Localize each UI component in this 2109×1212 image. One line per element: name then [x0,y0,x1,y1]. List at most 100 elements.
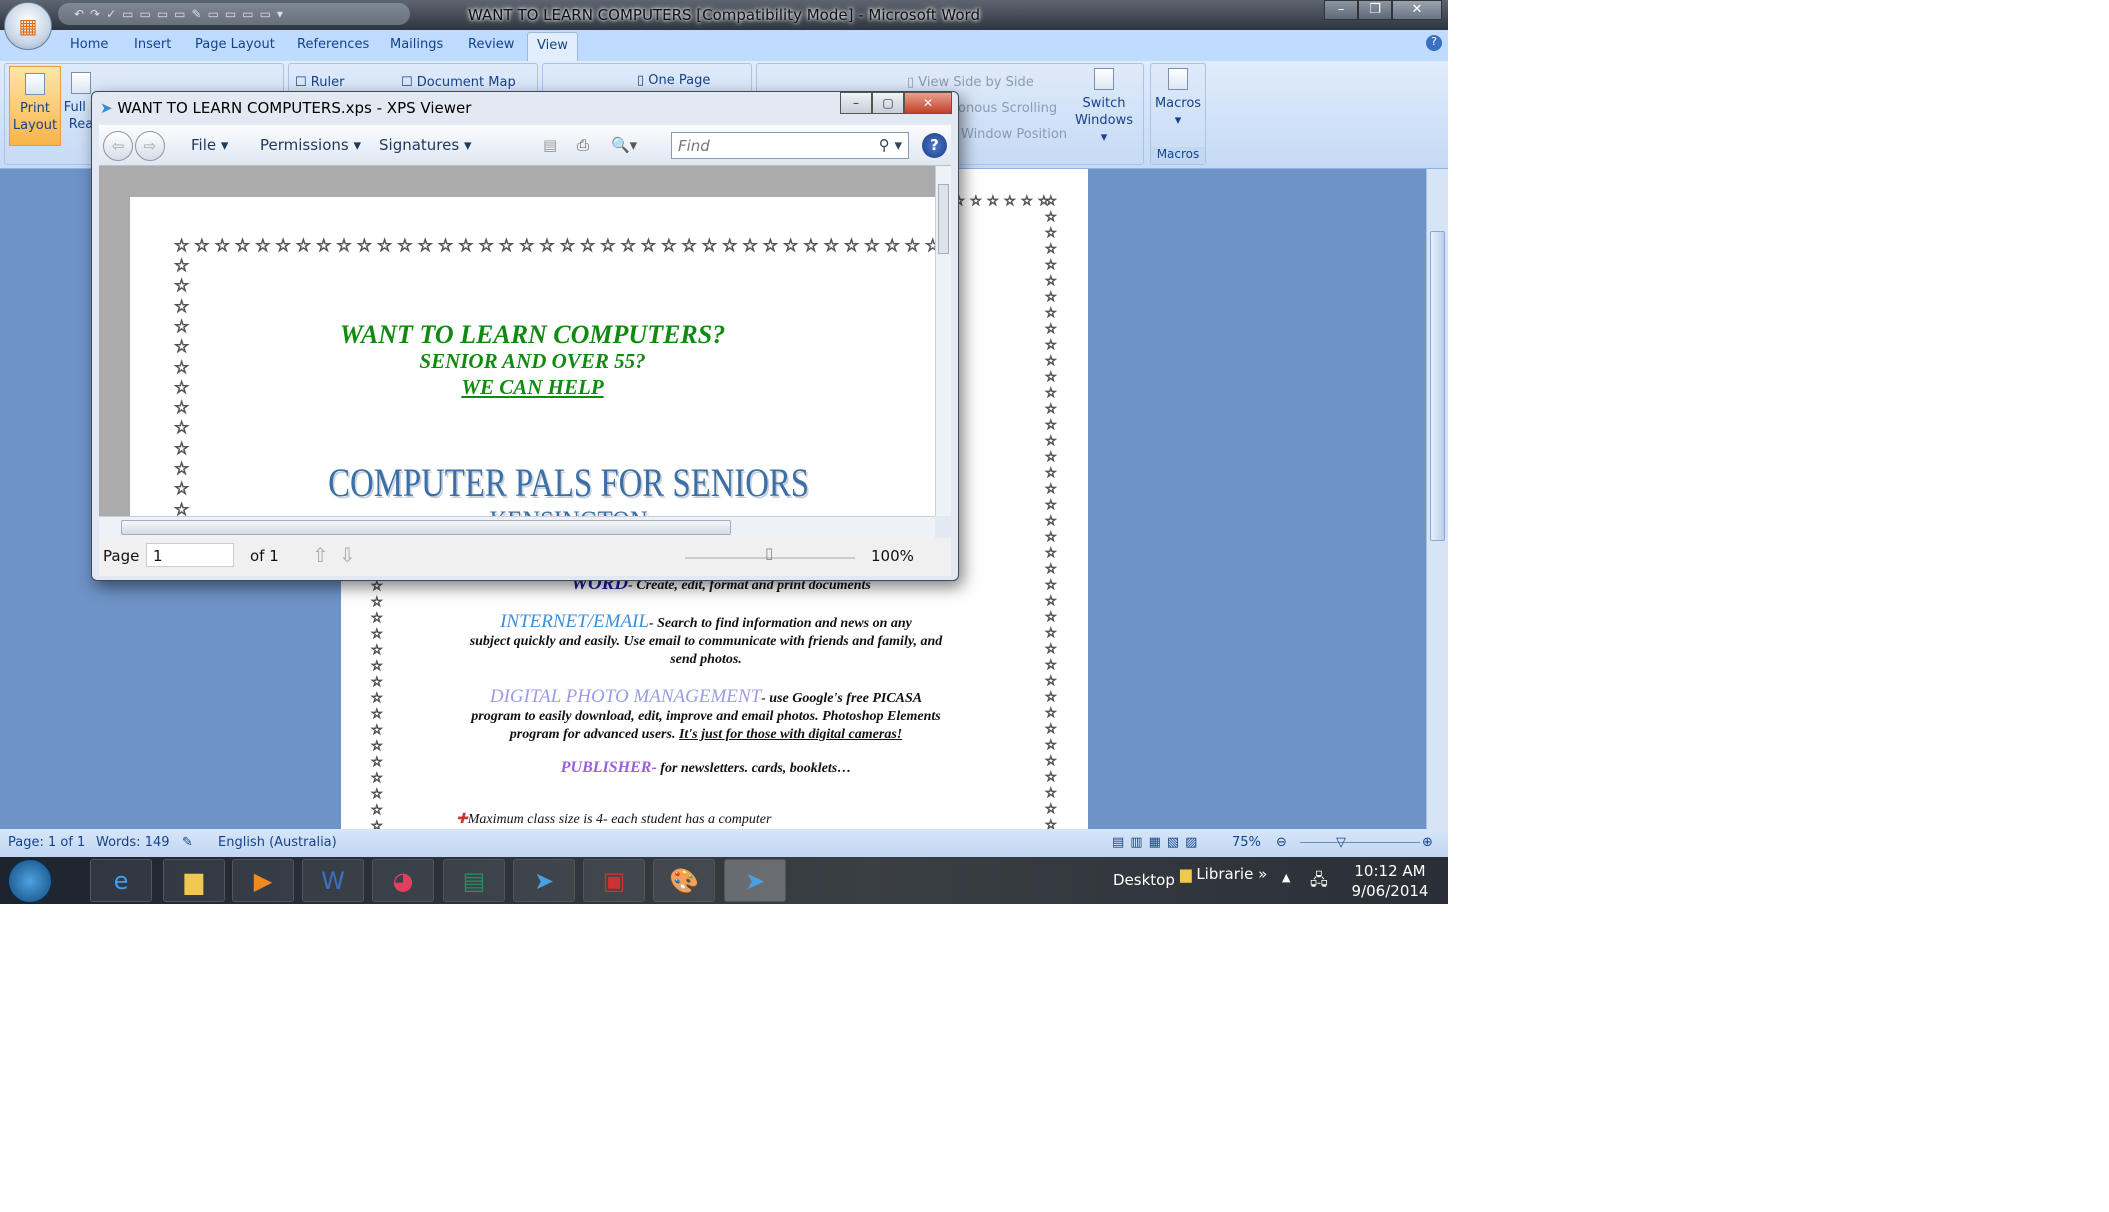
taskbar-media-player[interactable]: ▶ [232,859,294,902]
tab-view[interactable]: View [527,32,578,61]
star-icon: ☆ [1045,562,1058,577]
star-icon: ☆ [1045,434,1058,449]
zoom-slider[interactable] [1300,842,1420,843]
quick-access-toolbar[interactable]: ↶↷✓▭▭▭▭✎▭▭▭▭▾ [58,3,410,25]
back-button[interactable]: ⇦ [103,131,133,161]
synchronous-scrolling-button[interactable]: ronous Scrolling [953,100,1057,117]
file-menu[interactable]: File ▾ [191,136,228,154]
switch-windows-button[interactable]: Switch Windows ▾ [1071,68,1137,146]
office-button[interactable]: ▦ [4,2,52,50]
star-icon: ☆ [371,627,384,642]
xps-page: ☆ ☆ ☆ ☆ ☆ ☆ ☆ ☆ ☆ ☆ ☆ ☆ ☆ ☆ ☆ ☆ ☆ ☆ ☆ ☆ ☆ ☆ ☆ ☆ ☆ ☆ ☆ ☆ ☆ ☆ ☆ ☆ ☆ ☆ ☆ ☆ ☆ ☆ ☆ ☆… [130,197,935,516]
star-icon: ☆ [970,194,983,209]
previous-page-button[interactable]: ⇧ [312,543,329,567]
tab-home[interactable]: Home [70,37,108,52]
print-icon[interactable]: ⎙ [577,136,589,154]
taskbar-picasa[interactable]: ◕ [372,859,434,902]
xps-toolbar: ⇦ ⇨ File ▾ Permissions ▾ Signatures ▾ ▤ … [99,125,951,166]
restore-button[interactable]: ❐ [1358,0,1392,20]
start-button[interactable] [8,859,52,903]
word-count[interactable]: Words: 149 [96,835,170,850]
taskbar-acrobat[interactable]: ▣ [583,859,645,902]
xps-maximize-button[interactable]: ▢ [872,92,904,114]
heading-want-to-learn: WANT TO LEARN COMPUTERS? [339,320,726,349]
scroll-thumb[interactable] [938,184,949,254]
view-side-by-side-button[interactable]: ▯ View Side by Side [907,74,1034,91]
zoom-in-icon[interactable]: ⊕ [1422,835,1433,850]
network-icon[interactable]: 🖧 [1310,869,1328,896]
star-icon: ☆ [1045,578,1058,593]
star-icon: ☆ [173,438,190,459]
star-icon: ☆ [1004,194,1017,209]
tab-mailings[interactable]: Mailings [390,37,443,52]
search-icon[interactable]: ⚲ ▾ [879,136,902,154]
zoom-icon[interactable]: 🔍▾ [611,136,637,154]
reset-window-position-button[interactable]: Window Position [961,126,1067,143]
ruler-checkbox[interactable]: ☐ Ruler [295,74,344,91]
star-icon: ☆ [173,479,190,500]
taskbar-xps-viewer-active[interactable]: ➤ [724,859,786,902]
xps-horizontal-scrollbar[interactable] [99,516,935,538]
proofing-icon[interactable]: ✎ [182,835,193,850]
find-input[interactable]: Find ⚲ ▾ [671,132,909,159]
document-map-checkbox[interactable]: ☐ Document Map [401,74,516,91]
star-icon: ☆ [173,236,190,256]
zoom-level[interactable]: 75% [1232,835,1261,850]
taskbar-xps-viewer[interactable]: ➤ [513,859,575,902]
libraries-toolbar[interactable]: ▆ Librarie » [1180,865,1267,883]
xps-minimize-button[interactable]: – [840,92,872,114]
help-icon[interactable]: ? [922,133,947,158]
star-icon: ☆ [559,236,575,256]
star-icon: ☆ [1045,610,1058,625]
taskbar-internet-explorer[interactable]: e [90,859,152,902]
desktop-toolbar[interactable]: Desktop [1113,871,1175,889]
forward-button[interactable]: ⇨ [135,131,165,161]
star-icon: ☆ [173,499,190,516]
language[interactable]: English (Australia) [218,835,337,850]
star-icon: ☆ [371,787,384,802]
print-layout-button[interactable]: Print Layout [9,66,61,146]
close-button[interactable]: ✕ [1392,0,1442,20]
scroll-thumb[interactable] [121,520,731,535]
star-icon: ☆ [173,459,190,479]
star-icon: ☆ [437,236,454,256]
photo-paragraph: DIGITAL PHOTO MANAGEMENT- use Google's f… [471,686,941,742]
view-buttons[interactable]: ▤▥▦▧▨ [1112,835,1203,850]
zoom-out-icon[interactable]: ⊖ [1276,835,1287,850]
minimize-button[interactable]: – [1324,0,1358,20]
star-icon: ☆ [1021,194,1034,209]
tab-references[interactable]: References [297,37,369,52]
tab-page-layout[interactable]: Page Layout [195,37,275,52]
xps-vertical-scrollbar[interactable] [935,166,951,516]
star-icon: ☆ [1045,418,1058,433]
one-page-button[interactable]: ▯ One Page [637,72,710,89]
next-page-button[interactable]: ⇩ [339,543,356,567]
zoom-slider-thumb[interactable]: ▽ [1336,835,1346,850]
taskbar-file-explorer[interactable]: ▆ [163,859,225,902]
ribbon-tabs: Home Insert Page Layout References Maili… [0,30,1448,61]
page-count[interactable]: Page: 1 of 1 [8,835,85,850]
signatures-menu[interactable]: Signatures ▾ [379,136,472,154]
scroll-thumb[interactable] [1430,231,1445,541]
star-icon: ☆ [336,236,352,256]
xps-close-button[interactable]: ✕ [904,92,952,114]
outline-icon[interactable]: ▤ [543,136,557,154]
tab-review[interactable]: Review [468,37,514,52]
permissions-menu[interactable]: Permissions ▾ [260,136,361,154]
zoom-slider-thumb[interactable]: ▯ [765,544,773,562]
taskbar-paint[interactable]: 🎨 [653,859,715,902]
clock[interactable]: 10:12 AM 9/06/2014 [1340,861,1440,901]
tab-insert[interactable]: Insert [134,37,171,52]
star-icon: ☆ [1045,226,1058,241]
vertical-scrollbar[interactable] [1426,169,1448,829]
show-hidden-icons[interactable]: ▲ [1282,871,1290,884]
taskbar-publisher[interactable]: ▤ [443,859,505,902]
help-icon[interactable]: ? [1426,35,1442,51]
page-number-input[interactable]: 1 [146,543,234,567]
star-icon: ☆ [803,236,819,256]
macros-button[interactable]: Macros ▾ [1153,68,1203,129]
star-icon: ☆ [1045,386,1058,401]
star-icon: ☆ [904,236,921,256]
taskbar-word[interactable]: W [302,859,364,902]
star-icon: ☆ [843,236,860,256]
